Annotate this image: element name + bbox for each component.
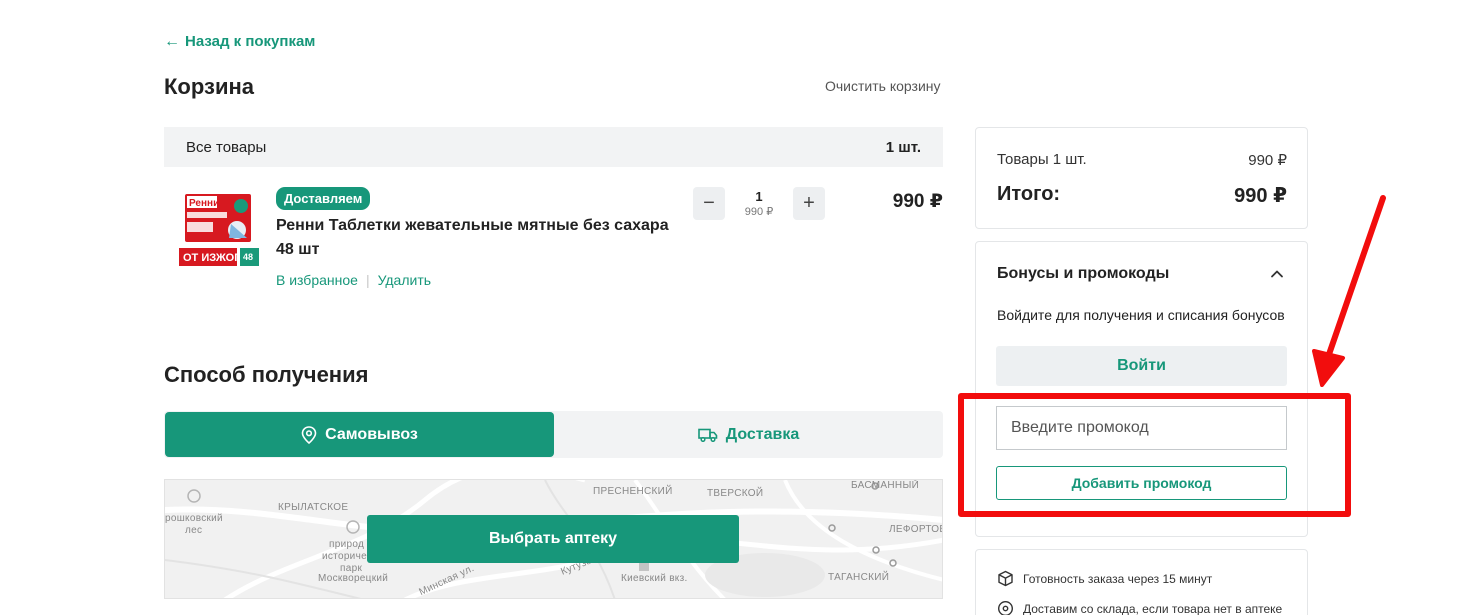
chevron-up-icon[interactable] — [1269, 266, 1285, 282]
summary-total-row: Итого: 990 ₽ — [997, 183, 1287, 208]
product-name-link[interactable]: Ренни Таблетки жевательные мятные без са… — [276, 214, 686, 262]
truck-icon — [697, 428, 718, 442]
increase-quantity-button[interactable]: + — [793, 187, 825, 220]
pharmacy-map[interactable]: рошковский лес КРЫЛАТСКОЕ ПРЕСНЕНСКИЙ ТВ… — [164, 479, 943, 599]
product-count-text: 48 — [243, 252, 253, 262]
order-summary-card: Товары 1 шт. 990 ₽ Итого: 990 ₽ — [975, 127, 1308, 229]
tab-pickup-label: Самовывоз — [325, 425, 418, 443]
unit-price: 990 ₽ — [744, 206, 774, 218]
tab-delivery[interactable]: Доставка — [554, 411, 943, 458]
add-promo-code-button[interactable]: Добавить промокод — [996, 466, 1287, 500]
page-title: Корзина — [164, 74, 254, 99]
quantity-value: 1 — [755, 189, 763, 204]
product-image[interactable]: Ренни ОТ ИЗЖОГИ 48 — [177, 192, 261, 270]
arrow-left-icon: ← — [164, 32, 180, 50]
map-label: ТВЕРСКОЙ — [707, 488, 764, 499]
bonuses-login-prompt: Войдите для получения и списания бонусов — [997, 307, 1285, 323]
product-brand-text: Ренни — [189, 198, 219, 209]
map-label: Киевский вкз. — [621, 573, 688, 584]
map-label: ТАГАНСКИЙ — [828, 572, 890, 583]
login-button[interactable]: Войти — [996, 346, 1287, 386]
all-items-label: Все товары — [186, 138, 267, 156]
choose-pharmacy-button[interactable]: Выбрать аптеку — [367, 515, 739, 563]
all-items-count: 1 шт. — [885, 138, 921, 156]
bonuses-promo-card: Бонусы и промокоды Войдите для получения… — [975, 241, 1308, 537]
location-pin-icon — [301, 425, 317, 444]
map-label: Москворецкий — [318, 573, 389, 584]
map-label: ПРЕСНЕНСКИЙ — [593, 486, 673, 497]
clear-cart-button[interactable]: Очистить корзину — [825, 78, 941, 94]
summary-items-label: Товары 1 шт. — [997, 151, 1087, 168]
box-icon — [998, 570, 1013, 587]
info-ready-text: Готовность заказа через 15 минут — [1023, 571, 1213, 586]
summary-total-value: 990 ₽ — [1234, 185, 1287, 207]
line-price: 990 ₽ — [892, 191, 943, 212]
all-items-header: Все товары 1 шт. — [164, 127, 943, 167]
decrease-quantity-button[interactable]: − — [693, 187, 725, 220]
info-warehouse-text: Доставим со склада, если товара нет в ап… — [1023, 601, 1283, 615]
plus-icon: + — [803, 192, 815, 214]
promo-code-input[interactable] — [996, 406, 1287, 450]
delivery-method-title: Способ получения — [164, 362, 369, 387]
map-label: ЛЕФОРТОВО — [889, 524, 942, 535]
map-label: КРЫЛАТСКОЕ — [278, 502, 349, 513]
tab-delivery-label: Доставка — [725, 425, 800, 443]
location-pin-icon — [998, 601, 1013, 615]
minus-icon: − — [703, 192, 715, 214]
bonuses-title: Бонусы и промокоды — [997, 265, 1170, 282]
product-banner-text: ОТ ИЗЖОГИ — [183, 252, 248, 264]
actions-separator: | — [365, 272, 370, 288]
summary-total-label: Итого: — [997, 183, 1061, 205]
back-to-shopping-link[interactable]: ← Назад к покупкам — [164, 33, 315, 50]
remove-item-link[interactable]: Удалить — [378, 272, 431, 288]
delivery-badge: Доставляем — [276, 187, 371, 210]
tab-pickup[interactable]: Самовывоз — [165, 412, 554, 457]
add-to-favorites-link[interactable]: В избранное — [276, 272, 358, 288]
summary-items-value: 990 ₽ — [1248, 152, 1287, 169]
info-ready-row: Готовность заказа через 15 минут — [997, 570, 1212, 587]
order-info-card: Готовность заказа через 15 минут Достави… — [975, 549, 1308, 615]
map-label: БАСМАННЫЙ — [851, 480, 920, 491]
info-warehouse-row: Доставим со склада, если товара нет в ап… — [997, 600, 1282, 615]
map-label: природ — [329, 539, 365, 550]
red-arrow-annotation — [1312, 195, 1386, 387]
delivery-method-tabs: Самовывоз Доставка — [164, 411, 943, 458]
product-actions: В избранное | Удалить — [276, 272, 431, 288]
back-link-label: Назад к покупкам — [185, 33, 316, 50]
map-label: лес — [185, 525, 203, 536]
map-label: историче — [322, 551, 367, 562]
summary-items-row: Товары 1 шт. 990 ₽ — [997, 151, 1287, 169]
map-label: рошковский — [165, 513, 223, 524]
